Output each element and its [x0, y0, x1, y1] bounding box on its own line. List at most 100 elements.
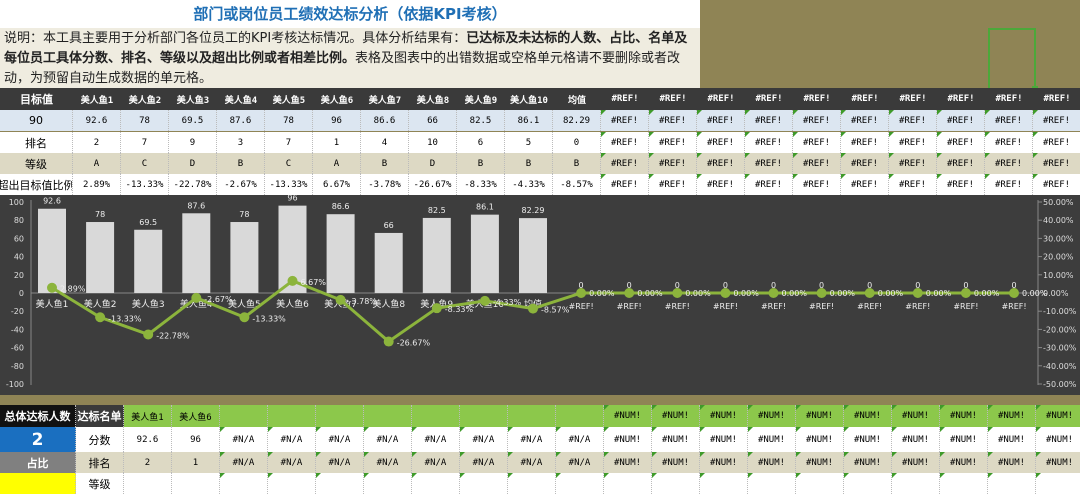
table-cell[interactable]: 92.6 — [124, 427, 172, 452]
table-cell[interactable]: #REF! — [601, 153, 649, 174]
table-cell[interactable]: 美人鱼1 — [73, 88, 121, 110]
table-cell[interactable]: #NUM! — [796, 427, 844, 452]
table-cell[interactable]: #REF! — [697, 132, 745, 153]
table-cell[interactable]: #NUM! — [652, 405, 700, 427]
table-cell[interactable]: #REF! — [985, 88, 1033, 110]
table-cell[interactable]: #REF! — [793, 132, 841, 153]
table-cell[interactable]: 美人鱼6 — [172, 405, 220, 427]
table-cell[interactable]: #N/A — [220, 452, 268, 473]
table-cell[interactable] — [700, 473, 748, 494]
table-cell[interactable]: #NUM! — [604, 405, 652, 427]
table-cell[interactable]: 82.5 — [457, 110, 505, 131]
table-cell[interactable]: #NUM! — [604, 427, 652, 452]
table-cell[interactable] — [844, 473, 892, 494]
table-cell[interactable]: #NUM! — [652, 427, 700, 452]
table-cell[interactable] — [796, 473, 844, 494]
table-cell[interactable]: #REF! — [1033, 132, 1080, 153]
table-cell[interactable]: #N/A — [460, 427, 508, 452]
table-cell[interactable] — [604, 473, 652, 494]
table-cell[interactable]: 美人鱼2 — [121, 88, 169, 110]
table-cell[interactable] — [748, 473, 796, 494]
table-cell[interactable]: A — [313, 153, 361, 174]
table-cell[interactable]: 美人鱼7 — [361, 88, 409, 110]
table-cell[interactable]: 美人鱼3 — [169, 88, 217, 110]
table-cell[interactable]: 3 — [217, 132, 265, 153]
table-cell[interactable]: #REF! — [889, 88, 937, 110]
table-cell[interactable]: B — [553, 153, 601, 174]
table-cell[interactable]: 78 — [121, 110, 169, 131]
table-cell[interactable]: #N/A — [556, 427, 604, 452]
table-cell[interactable]: #N/A — [220, 427, 268, 452]
table-cell[interactable]: #NUM! — [892, 427, 940, 452]
table-cell[interactable]: #REF! — [697, 153, 745, 174]
table-cell[interactable]: #REF! — [937, 174, 985, 195]
table-cell[interactable]: #REF! — [649, 110, 697, 131]
table-cell[interactable]: #REF! — [841, 88, 889, 110]
table-cell[interactable]: #N/A — [316, 452, 364, 473]
table-cell[interactable]: #NUM! — [844, 452, 892, 473]
table-cell[interactable]: #REF! — [937, 88, 985, 110]
table-cell[interactable]: 美人鱼10 — [505, 88, 553, 110]
table-cell[interactable]: 87.6 — [217, 110, 265, 131]
table-cell[interactable]: -8.33% — [457, 174, 505, 195]
table-cell[interactable]: #REF! — [841, 132, 889, 153]
table-cell[interactable]: #REF! — [745, 132, 793, 153]
table-cell[interactable]: 占比 — [0, 452, 76, 473]
table-cell[interactable]: #REF! — [601, 88, 649, 110]
table-cell[interactable]: #REF! — [793, 153, 841, 174]
table-cell[interactable]: 2.89% — [73, 174, 121, 195]
table-cell[interactable] — [268, 473, 316, 494]
table-cell[interactable]: #REF! — [985, 153, 1033, 174]
table-cell[interactable] — [220, 473, 268, 494]
table-cell[interactable]: 美人鱼9 — [457, 88, 505, 110]
table-cell[interactable]: #N/A — [412, 427, 460, 452]
table-cell[interactable]: D — [169, 153, 217, 174]
table-cell[interactable]: #NUM! — [748, 427, 796, 452]
table-cell[interactable]: 82.29 — [553, 110, 601, 131]
table-cell[interactable]: #NUM! — [1036, 405, 1080, 427]
table-cell[interactable]: -2.67% — [217, 174, 265, 195]
table-cell[interactable]: #NUM! — [892, 452, 940, 473]
table-cell[interactable]: 9 — [169, 132, 217, 153]
table-cell[interactable] — [412, 473, 460, 494]
table-cell[interactable]: -13.33% — [121, 174, 169, 195]
table-cell[interactable]: #NUM! — [844, 427, 892, 452]
table-cell[interactable]: #REF! — [745, 174, 793, 195]
table-cell[interactable]: #REF! — [649, 88, 697, 110]
table-cell[interactable]: #REF! — [985, 110, 1033, 131]
table-cell[interactable]: #REF! — [937, 110, 985, 131]
table-cell[interactable]: #REF! — [601, 132, 649, 153]
table-cell[interactable]: #REF! — [841, 153, 889, 174]
table-cell[interactable]: B — [457, 153, 505, 174]
table-cell[interactable]: #NUM! — [940, 452, 988, 473]
table-cell[interactable]: #NUM! — [796, 405, 844, 427]
table-cell[interactable]: -13.33% — [265, 174, 313, 195]
table-cell[interactable]: #N/A — [364, 452, 412, 473]
table-cell[interactable]: #NUM! — [748, 452, 796, 473]
table-cell[interactable]: 90 — [0, 110, 73, 131]
table-cell[interactable]: #REF! — [937, 132, 985, 153]
table-cell[interactable]: #REF! — [649, 132, 697, 153]
table-cell[interactable]: -4.33% — [505, 174, 553, 195]
table-cell[interactable]: -22.78% — [169, 174, 217, 195]
table-cell[interactable]: #REF! — [1033, 174, 1080, 195]
table-cell[interactable]: #N/A — [508, 452, 556, 473]
table-cell[interactable] — [508, 473, 556, 494]
table-cell[interactable]: #REF! — [745, 153, 793, 174]
table-cell[interactable]: 86.1 — [505, 110, 553, 131]
table-cell[interactable]: #REF! — [745, 110, 793, 131]
table-cell[interactable] — [364, 405, 412, 427]
table-cell[interactable]: #NUM! — [1036, 452, 1080, 473]
table-cell[interactable]: #REF! — [889, 110, 937, 131]
table-cell[interactable]: #NUM! — [940, 427, 988, 452]
table-cell[interactable]: 1 — [172, 452, 220, 473]
table-cell[interactable]: 86.6 — [361, 110, 409, 131]
table-cell[interactable]: 分数 — [76, 427, 124, 452]
table-cell[interactable] — [892, 473, 940, 494]
table-cell[interactable] — [940, 473, 988, 494]
table-cell[interactable]: #REF! — [793, 110, 841, 131]
table-cell[interactable]: 等级 — [76, 473, 124, 494]
table-cell[interactable]: 7 — [265, 132, 313, 153]
table-cell[interactable]: C — [265, 153, 313, 174]
table-cell[interactable]: D — [409, 153, 457, 174]
